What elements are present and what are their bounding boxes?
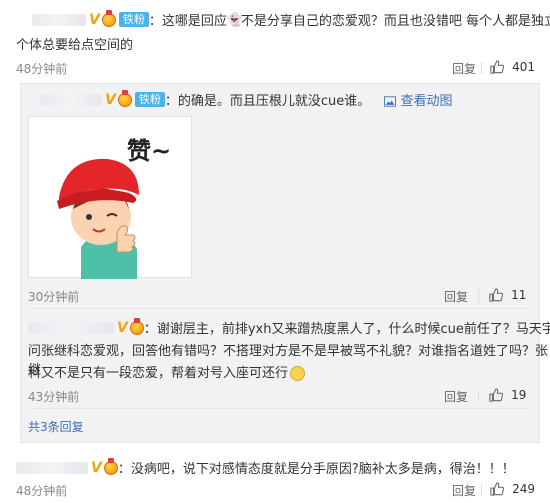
timestamp: 48分钟前 (16, 62, 68, 76)
reply-text: ：的确是。而且压根儿就没cue谁。 (164, 94, 371, 109)
medal-icon (129, 317, 144, 335)
verified-icon: V (105, 91, 116, 108)
like-count: 401 (512, 59, 536, 74)
cartoon-boy-icon: 赞~ (57, 137, 171, 279)
reply-1-timestamp: 30分钟前 (28, 290, 80, 304)
reply-divider (28, 408, 532, 409)
ghost-emoji-icon: 👻 (226, 12, 244, 28)
comment-text: ：没病吧，说下对感情态度就是分手原因?脑补太多是病，得治！！！ (117, 462, 515, 477)
like-count: 11 (511, 287, 527, 302)
verified-icon: V (117, 319, 128, 336)
thumbs-up-icon (489, 287, 503, 302)
like-button[interactable]: 249 (490, 481, 535, 496)
divider (478, 390, 479, 402)
username[interactable] (32, 13, 86, 26)
thumbs-up-icon (490, 481, 504, 496)
reply-button[interactable]: 回复 (452, 60, 476, 77)
view-image-link[interactable]: 查看动图 (384, 94, 453, 109)
like-button[interactable]: 401 (490, 59, 535, 74)
username[interactable] (16, 461, 88, 474)
reply-2-like-button[interactable]: 19 (489, 387, 526, 402)
fan-badge: 铁粉 (134, 92, 165, 107)
username[interactable] (28, 321, 114, 334)
image-icon (384, 96, 397, 107)
reply-2-timestamp: 43分钟前 (28, 390, 80, 404)
reply-1-reply-button[interactable]: 回复 (444, 288, 468, 305)
comment-text-cont: 不是分享自己的恋爱观？而且也没错吧 每个人都是独立 (240, 14, 550, 29)
smile-emoji-icon (290, 366, 306, 381)
fan-badge: 铁粉 (118, 12, 149, 27)
like-count: 19 (511, 387, 527, 402)
reply-text-line3: 科又不是只有一段恋爱，帮着对号入座可还行 (28, 366, 289, 381)
thumbs-up-icon (489, 387, 503, 402)
medal-icon (117, 89, 132, 107)
verified-icon: V (91, 459, 102, 476)
username[interactable] (40, 93, 102, 106)
comment-text: ：这哪是回应 (148, 14, 227, 29)
medal-icon (101, 9, 116, 27)
divider (481, 62, 482, 74)
more-replies-link[interactable]: 共3条回复 (28, 418, 84, 435)
comment-text-line2: 个体总要给点空间的 (16, 38, 134, 53)
timestamp: 48分钟前 (16, 484, 68, 498)
reply-1-like-button[interactable]: 11 (489, 287, 526, 302)
divider (478, 290, 479, 302)
verified-icon: V (89, 11, 100, 28)
reply-text-line1: ：谢谢层主，前排yxh又来蹭热度黑人了，什么时候cue前任了？马天宇 (143, 322, 550, 337)
medal-icon (103, 457, 118, 475)
reply-button[interactable]: 回复 (452, 482, 476, 499)
thumbs-up-icon (490, 59, 504, 74)
like-count: 249 (512, 481, 536, 496)
reply-2-reply-button[interactable]: 回复 (444, 388, 468, 405)
sticker-image[interactable]: 赞~ (28, 116, 192, 279)
divider (481, 484, 482, 496)
reply-divider (28, 308, 532, 309)
sticker-caption: 赞~ (126, 137, 171, 165)
